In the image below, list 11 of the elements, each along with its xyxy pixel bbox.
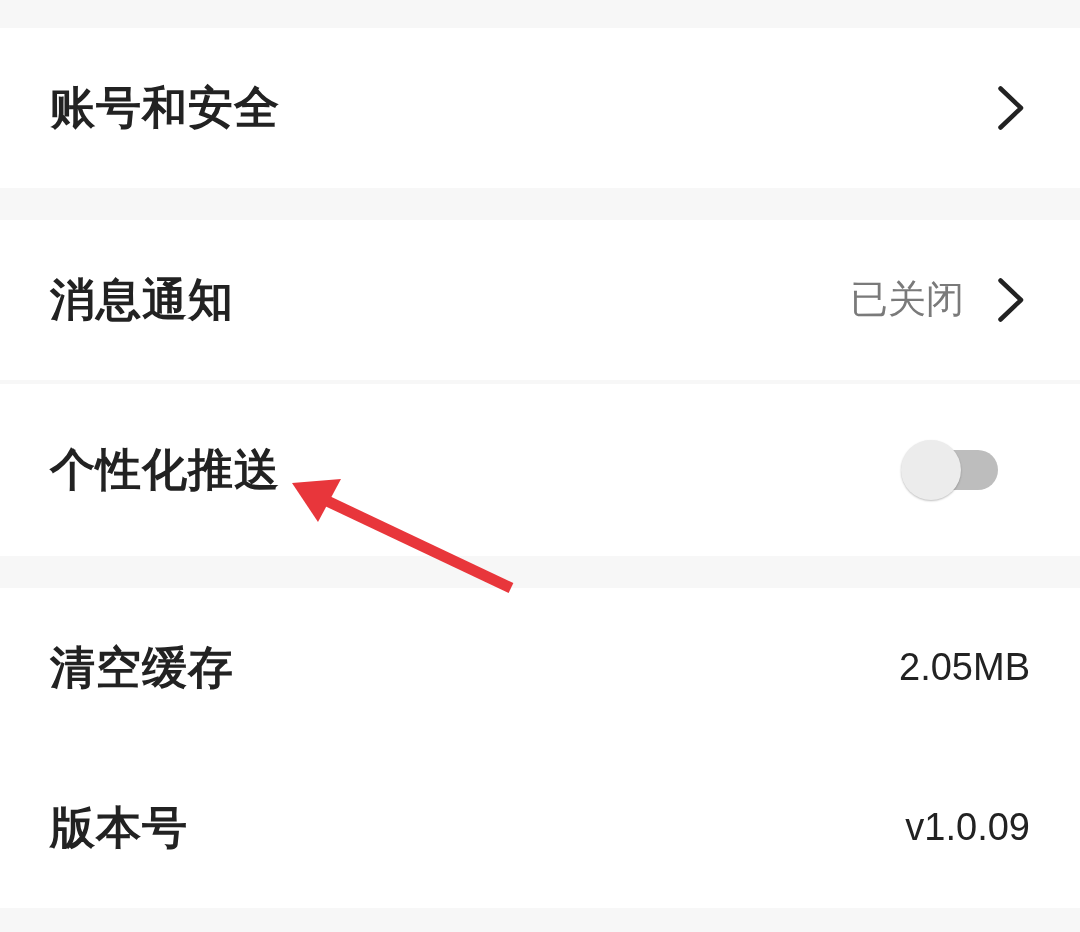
setting-label: 消息通知 bbox=[50, 273, 234, 327]
setting-label: 个性化推送 bbox=[50, 443, 280, 497]
setting-value: 2.05MB bbox=[899, 645, 1030, 691]
toggle-switch[interactable] bbox=[900, 439, 998, 501]
chevron-right-icon bbox=[998, 278, 1024, 322]
setting-label: 版本号 bbox=[50, 801, 188, 855]
setting-label: 清空缓存 bbox=[50, 641, 234, 695]
setting-value: v1.0.09 bbox=[905, 805, 1030, 851]
setting-value: 已关闭 bbox=[850, 277, 964, 323]
setting-label: 账号和安全 bbox=[50, 81, 280, 135]
chevron-right-icon bbox=[998, 86, 1024, 130]
